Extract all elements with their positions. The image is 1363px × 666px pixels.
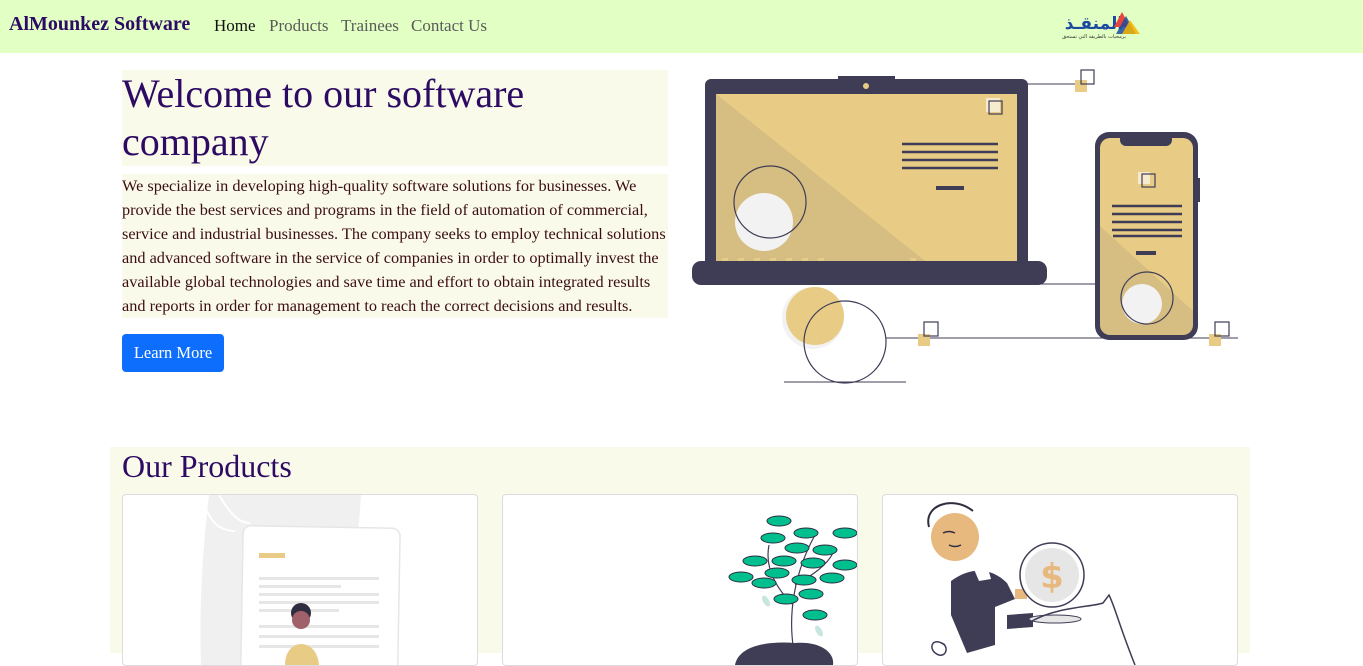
piggy-bank-savings-illustration: $: [927, 502, 1136, 665]
devices-illustration: [692, 69, 1238, 384]
svg-text:برمجيات بالطريقة التي تستحق: برمجيات بالطريقة التي تستحق: [1062, 34, 1126, 40]
nav-link-products[interactable]: Products: [269, 16, 329, 36]
product-card-2[interactable]: [502, 494, 858, 666]
top-navbar: AlMounkez Software Home Products Trainee…: [0, 0, 1363, 53]
product-card-3[interactable]: $: [882, 494, 1238, 666]
learn-more-button[interactable]: Learn More: [122, 334, 224, 372]
svg-text:المنقـذ: المنقـذ: [1065, 14, 1123, 34]
nav-link-contact-us[interactable]: Contact Us: [411, 16, 487, 36]
money-tree-illustration: [728, 515, 857, 665]
product-card-1[interactable]: [122, 494, 478, 666]
nav-link-trainees[interactable]: Trainees: [341, 16, 399, 36]
brand-name[interactable]: AlMounkez Software: [9, 13, 190, 36]
hero-description: We specialize in developing high-quality…: [122, 174, 668, 318]
products-heading: Our Products: [122, 448, 292, 484]
company-logo[interactable]: المنقـذ برمجيات بالطريقة التي تستحق: [1046, 9, 1144, 41]
nav-link-home[interactable]: Home: [214, 16, 256, 36]
hero-title: Welcome to our software company: [122, 71, 525, 164]
svg-text:$: $: [1040, 557, 1064, 597]
resume-document-illustration: [200, 495, 401, 665]
